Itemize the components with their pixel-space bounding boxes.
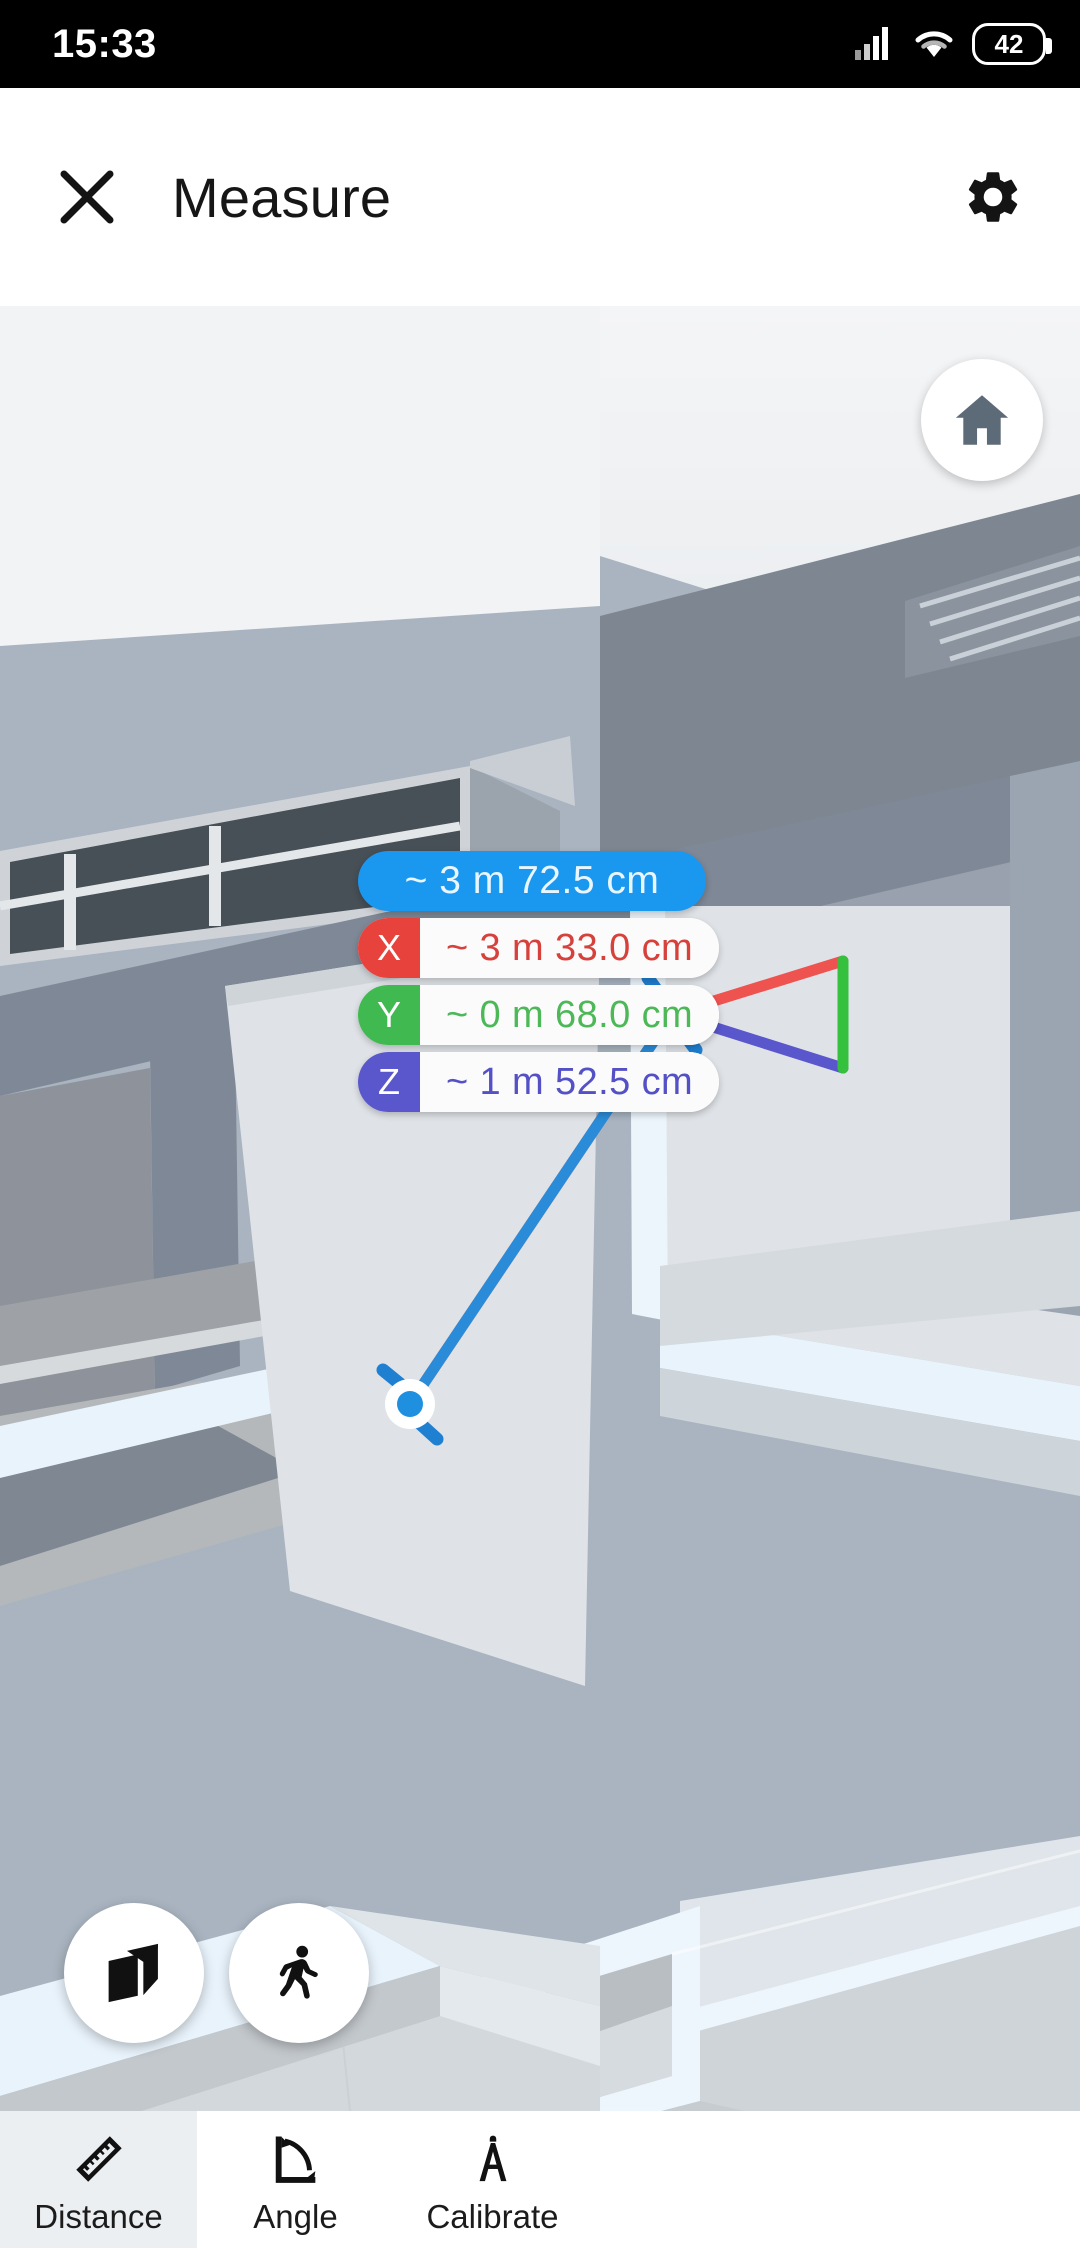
axis-tag-y: Y [358,985,420,1045]
axis-value-y: ~ 0 m 68.0 cm [420,985,720,1045]
tab-label-distance: Distance [34,2197,163,2235]
tab-label-calibrate: Calibrate [426,2197,559,2235]
tab-calibrate[interactable]: Calibrate [394,2111,591,2248]
settings-button[interactable] [950,154,1036,240]
bottom-tab-bar: Distance Angle Calibrate [0,2111,1080,2248]
app-bar: Measure [0,88,1080,306]
viewport-action-buttons [64,1903,369,2043]
wifi-icon [912,26,956,65]
cube-icon [108,1943,158,2003]
status-bar-clock: 15:33 [52,21,157,66]
status-bar-icons: 42 [854,23,1052,65]
total-distance-pill: ~ 3 m 72.5 cm [358,851,706,911]
tab-distance[interactable]: Distance [0,2111,197,2248]
walking-person-icon [279,1945,318,1999]
battery-level-text: 42 [994,28,1024,59]
walk-mode-button[interactable] [229,1903,369,2043]
gear-icon [968,172,1018,222]
model-view-button[interactable] [64,1903,204,2043]
measurement-readout: ~ 3 m 72.5 cm X ~ 3 m 33.0 cm Y ~ 0 m 68… [358,851,720,1112]
axis-row-x: X ~ 3 m 33.0 cm [358,918,720,978]
angle-icon [269,2130,323,2188]
3d-scene [0,306,1080,2111]
ruler-icon [72,2130,126,2188]
close-icon [60,170,114,224]
battery-icon: 42 [972,23,1052,65]
status-bar: 15:33 42 [0,0,1080,88]
axis-row-y: Y ~ 0 m 68.0 cm [358,985,720,1045]
axis-value-x: ~ 3 m 33.0 cm [420,918,720,978]
compass-divider-icon [467,2130,519,2188]
home-icon [955,395,1009,445]
cellular-signal-icon [854,26,896,65]
axis-tag-x: X [358,918,420,978]
model-viewport[interactable] [0,306,1080,2111]
page-title: Measure [172,165,392,229]
tab-angle[interactable]: Angle [197,2111,394,2248]
axis-row-z: Z ~ 1 m 52.5 cm [358,1052,720,1112]
home-view-button[interactable] [921,359,1043,481]
close-button[interactable] [44,154,130,240]
axis-value-z: ~ 1 m 52.5 cm [420,1052,720,1112]
phone-screen: 15:33 42 Measure ~ 3 m 72.5 cm X ~ 3 m 3… [0,0,1080,2248]
axis-tag-z: Z [358,1052,420,1112]
tab-label-angle: Angle [253,2197,338,2235]
